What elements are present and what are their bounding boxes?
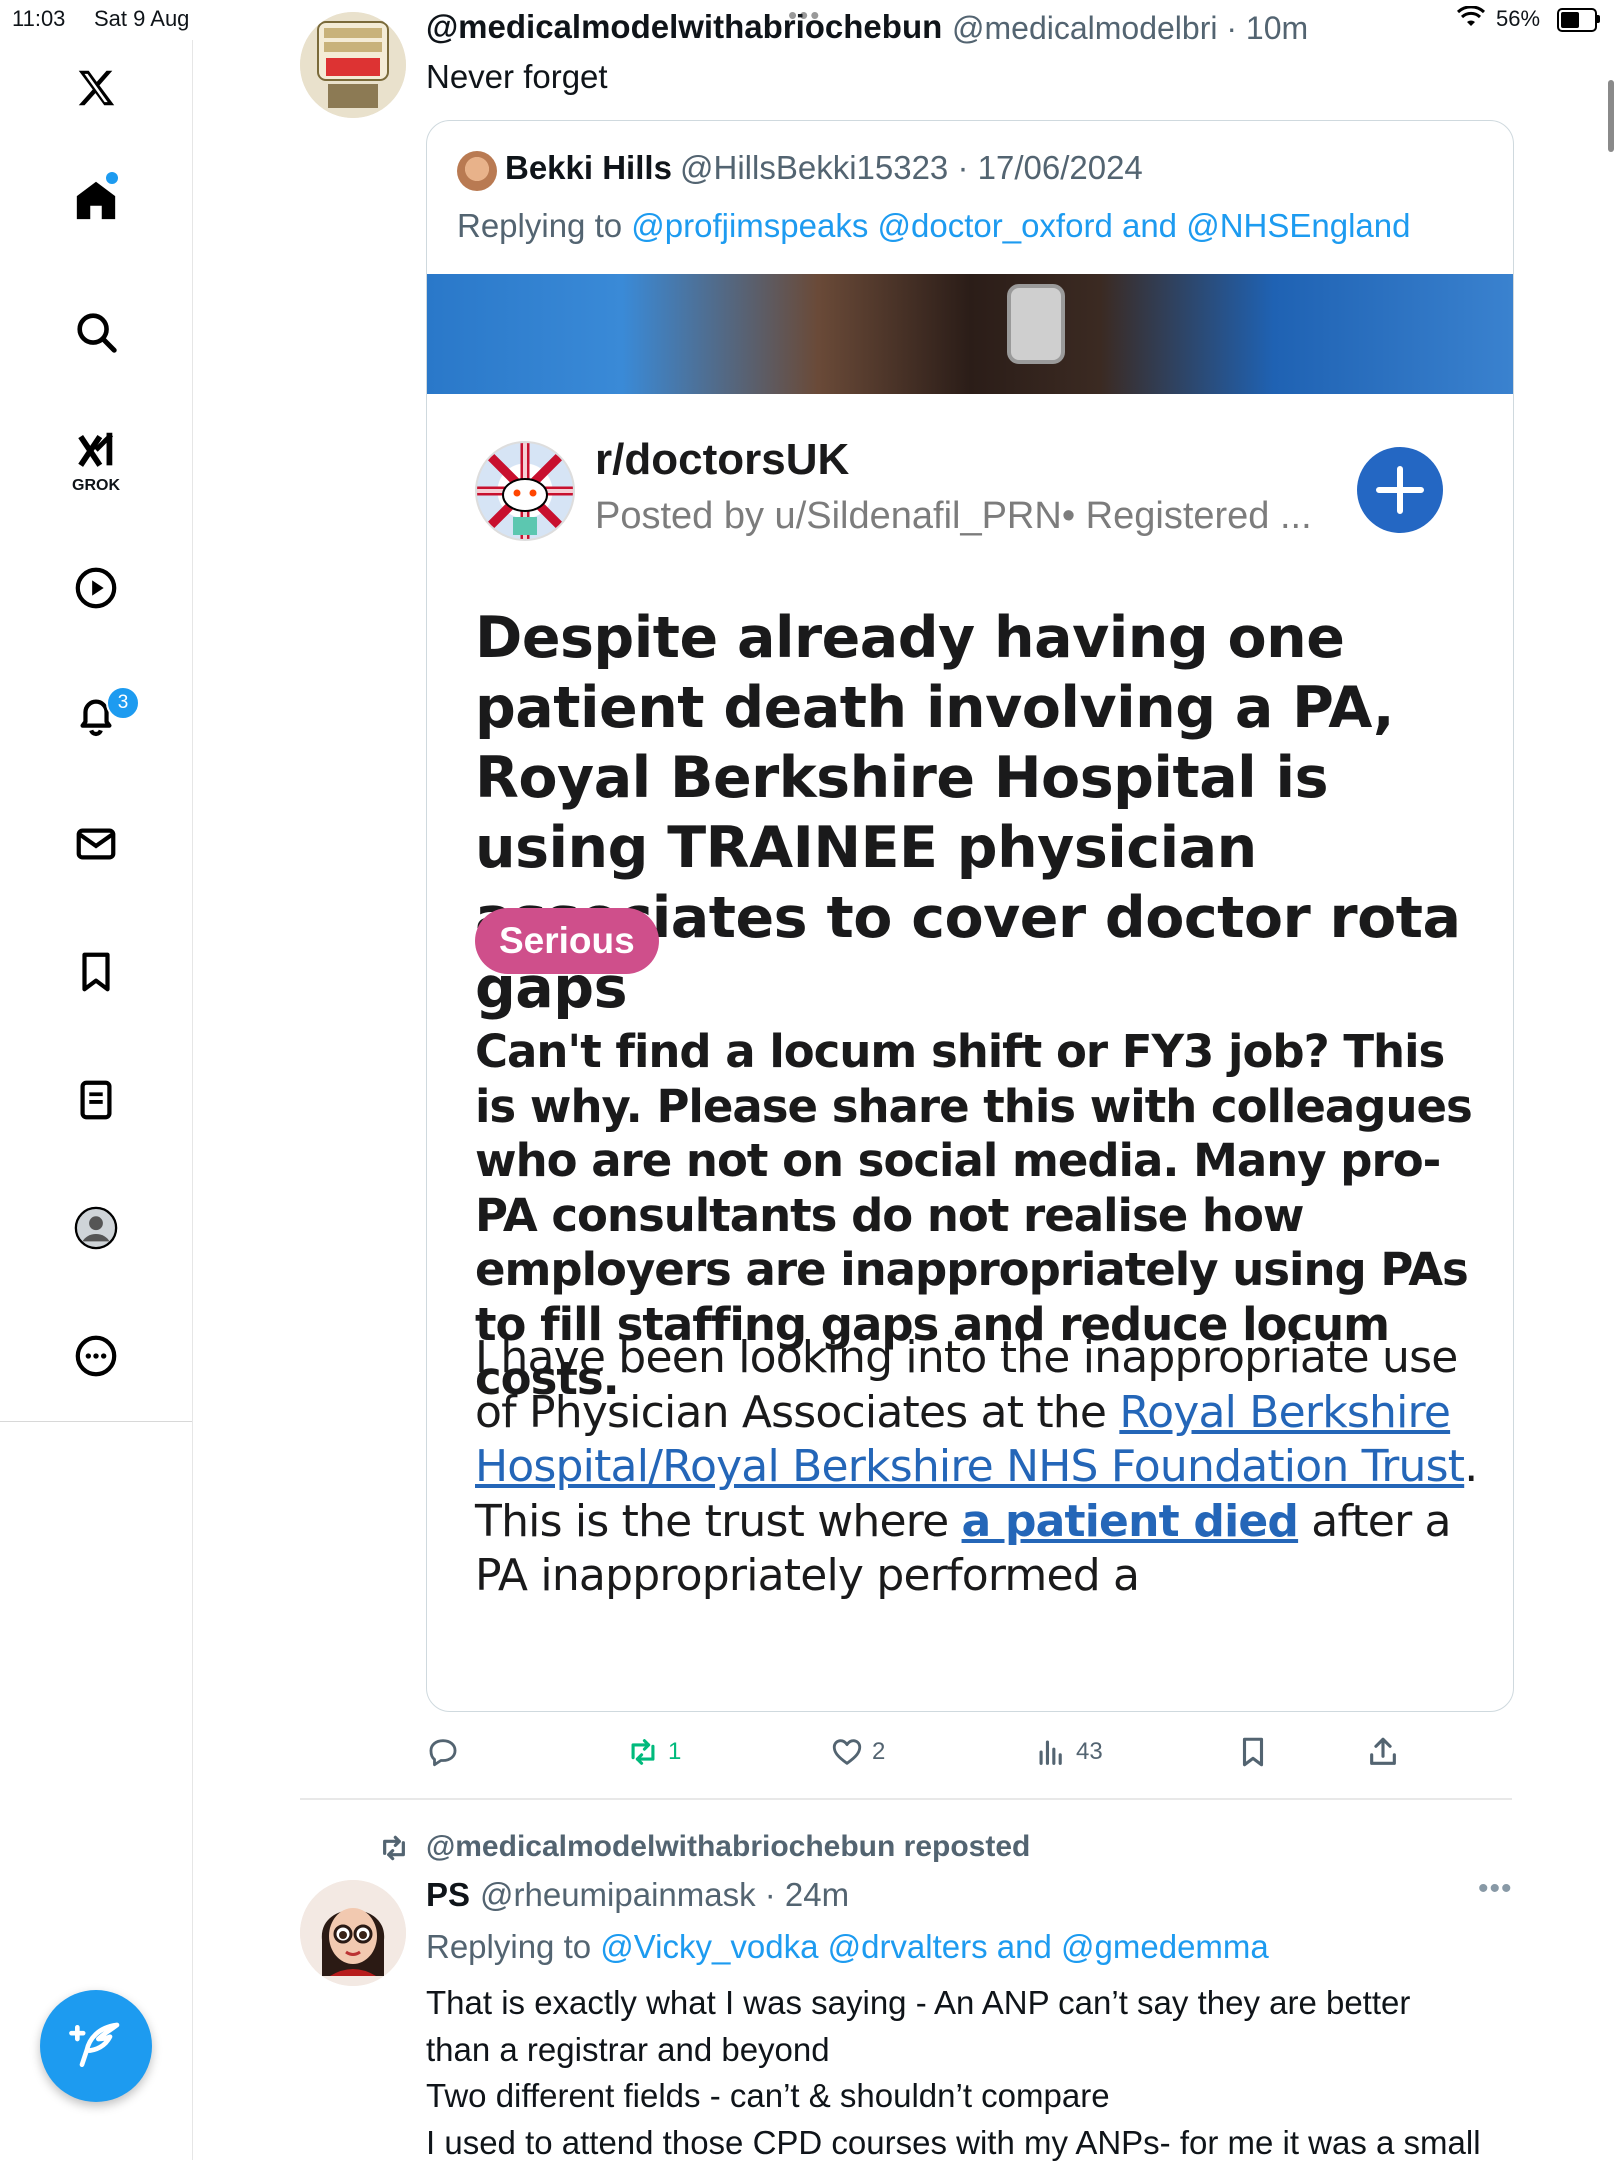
author-name[interactable]: @medicalmodelwithabriochebun [426, 8, 942, 46]
like-button[interactable]: 2 [830, 1732, 885, 1772]
replying-to-links[interactable]: @profjimspeaks @doctor_oxford and @NHSEn… [631, 207, 1410, 244]
battery-nub [1597, 15, 1600, 23]
sidebar-divider [0, 1421, 192, 1422]
view-count: 43 [1076, 1738, 1103, 1766]
notification-count-badge: 3 [106, 686, 140, 720]
search-icon[interactable] [66, 302, 126, 362]
reddit-post-body: I have been looking into the inappropria… [475, 1331, 1485, 1604]
author-handle-time[interactable]: @rheumipainmask · 24m [480, 1876, 849, 1914]
author-avatar[interactable] [300, 1880, 406, 1986]
bookmark-icon [1236, 1735, 1270, 1769]
battery-percent: 56% [1496, 6, 1540, 32]
repost-count: 1 [668, 1738, 681, 1766]
reply-button[interactable] [426, 1732, 460, 1772]
author-handle-time[interactable]: @medicalmodelbri · 10m [952, 10, 1308, 47]
status-date: Sat 9 Aug [94, 6, 189, 32]
quote-author-name[interactable]: Bekki Hills [505, 149, 672, 187]
quote-replying-to: Replying to @profjimspeaks @doctor_oxfor… [457, 207, 1410, 245]
like-count: 2 [872, 1738, 885, 1766]
post-flair: Serious [475, 908, 659, 974]
play-icon[interactable] [66, 558, 126, 618]
quote-author-handle-date[interactable]: @HillsBekki15323 · 17/06/2024 [680, 149, 1143, 187]
reposted-icon [378, 1832, 410, 1869]
author-name[interactable]: PS [426, 1876, 470, 1914]
share-button[interactable] [1366, 1732, 1400, 1772]
grok-icon[interactable] [66, 420, 126, 480]
x-logo-icon[interactable] [66, 58, 126, 118]
replying-to-links[interactable]: @Vicky_vodka @drvalters and @gmedemma [600, 1928, 1269, 1965]
quote-author-avatar[interactable] [457, 151, 497, 191]
body-link-patient-died: a patient died [962, 1496, 1299, 1547]
wifi-icon [1456, 6, 1486, 34]
join-plus-icon [1357, 447, 1443, 533]
bookmark-button[interactable] [1236, 1732, 1270, 1772]
mail-icon[interactable] [66, 814, 126, 874]
repost-icon [626, 1735, 660, 1769]
subreddit-name: r/doctorsUK [595, 435, 849, 485]
heart-icon [830, 1735, 864, 1769]
scrollbar[interactable] [1608, 80, 1614, 152]
posted-by: Posted by u/Sildenafil_PRN• Registered .… [595, 495, 1312, 538]
reposted-by-label[interactable]: @medicalmodelwithabriochebun reposted [426, 1830, 1030, 1864]
views-button[interactable]: 43 [1034, 1732, 1103, 1772]
quote-photo[interactable] [427, 274, 1513, 394]
tweet-line: That is exactly what I was saying - An A… [426, 1980, 1526, 2027]
tweet-text: That is exactly what I was saying - An A… [426, 1980, 1526, 2166]
share-icon [1366, 1735, 1400, 1769]
list-icon[interactable] [66, 1070, 126, 1130]
repost-button[interactable]: 1 [626, 1732, 681, 1772]
bookmark-icon[interactable] [66, 942, 126, 1002]
replying-to: Replying to @Vicky_vodka @drvalters and … [426, 1928, 1269, 1966]
more-options-icon[interactable]: ••• [1478, 1872, 1513, 1906]
subreddit-icon [475, 441, 575, 541]
tweet-line: than a registrar and beyond [426, 2027, 1526, 2074]
tweet-text: Never forget [426, 58, 608, 96]
new-posts-dot [106, 172, 118, 184]
reply-icon [426, 1735, 460, 1769]
compose-button[interactable] [40, 1990, 152, 2102]
watch-image [1007, 284, 1065, 364]
status-time: 11:03 [12, 6, 65, 32]
quoted-tweet-card[interactable]: Bekki Hills @HillsBekki15323 · 17/06/202… [426, 120, 1514, 1712]
tweet-line: I used to attend those CPD courses with … [426, 2120, 1526, 2166]
tweet-line: Two different fields - can’t & shouldn’t… [426, 2073, 1526, 2120]
battery-level [1561, 12, 1579, 28]
replying-prefix: Replying to [426, 1928, 600, 1965]
author-avatar[interactable] [300, 12, 406, 118]
more-icon[interactable] [66, 1326, 126, 1386]
replying-prefix: Replying to [457, 207, 631, 244]
compose-feather-icon [68, 2018, 124, 2074]
grok-label: GROK [66, 477, 126, 495]
profile-icon[interactable] [66, 1198, 126, 1258]
battery-icon [1557, 8, 1597, 32]
tweet-divider [300, 1798, 1512, 1800]
views-icon [1034, 1735, 1068, 1769]
